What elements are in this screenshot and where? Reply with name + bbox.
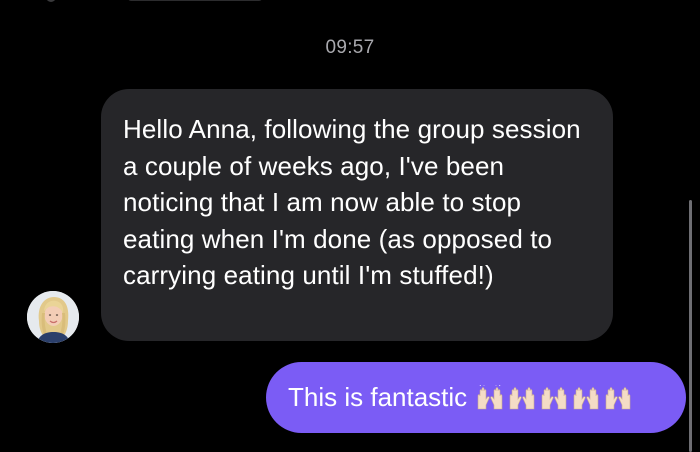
- conversation-scrollbar[interactable]: [689, 200, 692, 452]
- raising-hands-emoji: [539, 385, 569, 411]
- incoming-message-text: Hello Anna, following the group session …: [123, 114, 581, 290]
- incoming-message-bubble[interactable]: Hello Anna, following the group session …: [101, 89, 613, 341]
- header-partial-icon: [46, 0, 56, 2]
- top-edge-partial-header: [0, 0, 700, 6]
- avatar-photo: [27, 291, 79, 343]
- raising-hands-emoji: [571, 385, 601, 411]
- sender-avatar[interactable]: [27, 291, 79, 343]
- raising-hands-emoji: [507, 385, 537, 411]
- outgoing-message-text: This is fantastic: [288, 382, 468, 412]
- emoji-group: [475, 384, 633, 411]
- raising-hands-emoji: [475, 384, 505, 411]
- message-timestamp: 09:57: [325, 37, 375, 58]
- outgoing-message-bubble[interactable]: This is fantastic: [266, 362, 686, 433]
- header-partial-bar: [128, 0, 262, 1]
- raising-hands-emoji: [603, 385, 633, 411]
